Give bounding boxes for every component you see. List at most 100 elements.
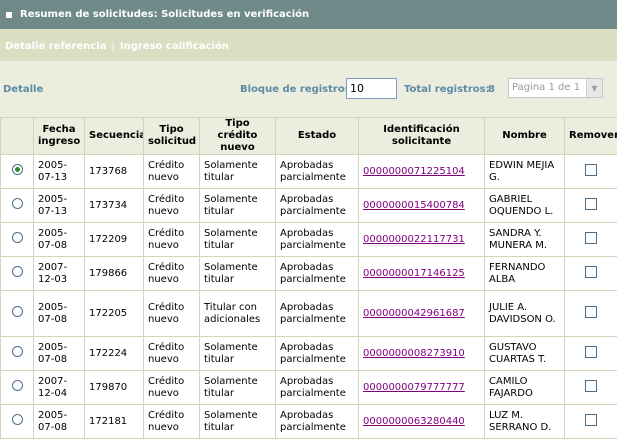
detalle-referencia-link[interactable]: Detalle referencia (5, 41, 107, 52)
bloque-registros-input[interactable] (346, 78, 397, 99)
cell-estado: Aprobadas parcialmente (275, 290, 359, 337)
cell-secuencia: 172181 (84, 404, 144, 439)
cell-identificacion: 0000000042961687 (358, 290, 485, 337)
table-row: 2005-07-08 172224 Crédito nuevo Solament… (0, 336, 617, 371)
identificacion-link[interactable]: 0000000017146125 (363, 268, 465, 279)
title-bar: Resumen de solicitudes: Solicitudes en v… (0, 0, 617, 29)
row-select-radio[interactable] (11, 198, 23, 209)
remove-checkbox[interactable] (585, 413, 597, 426)
cell-identificacion: 0000000071225104 (358, 154, 485, 189)
cell-estado: Aprobadas parcialmente (275, 336, 359, 371)
cell-tipo-solicitud: Crédito nuevo (143, 290, 200, 337)
identificacion-link[interactable]: 0000000063280440 (363, 416, 465, 427)
table-row: 2007-12-04 179870 Crédito nuevo Solament… (0, 370, 617, 405)
row-select-cell (0, 290, 34, 337)
table-row: 2005-07-08 172209 Crédito nuevo Solament… (0, 222, 617, 257)
ingreso-calificacion-link[interactable]: Ingreso calificación (120, 41, 229, 52)
table-row: 2005-07-08 172205 Crédito nuevo Titular … (0, 290, 617, 337)
column-header-tipo-solicitud: Tipo solicitud (143, 117, 200, 155)
cell-remover (564, 256, 617, 291)
cell-tipo-credito: Titular con adicionales (199, 290, 276, 337)
cell-tipo-solicitud: Crédito nuevo (143, 404, 200, 439)
cell-identificacion: 0000000079777777 (358, 370, 485, 405)
cell-fecha: 2005-07-08 (33, 290, 85, 337)
row-select-radio[interactable] (11, 380, 23, 391)
identificacion-link[interactable]: 0000000071225104 (363, 166, 465, 177)
cell-remover (564, 336, 617, 371)
row-select-radio[interactable] (11, 306, 23, 317)
row-select-cell (0, 370, 34, 405)
cell-remover (564, 404, 617, 439)
cell-remover (564, 370, 617, 405)
cell-nombre: GABRIEL OQUENDO L. (484, 188, 565, 223)
cell-estado: Aprobadas parcialmente (275, 222, 359, 257)
table-row: 2007-12-03 179866 Crédito nuevo Solament… (0, 256, 617, 291)
cell-identificacion: 0000000015400784 (358, 188, 485, 223)
cell-identificacion: 0000000008273910 (358, 336, 485, 371)
cell-nombre: JULIE A. DAVIDSON O. (484, 290, 565, 337)
identificacion-link[interactable]: 0000000042961687 (363, 308, 465, 319)
cell-nombre: SANDRA Y. MUNERA M. (484, 222, 565, 257)
cell-estado: Aprobadas parcialmente (275, 188, 359, 223)
cell-tipo-credito: Solamente titular (199, 404, 276, 439)
link-separator: | (111, 41, 115, 52)
cell-secuencia: 179870 (84, 370, 144, 405)
cell-secuencia: 172209 (84, 222, 144, 257)
cell-fecha: 2007-12-03 (33, 256, 85, 291)
cell-fecha: 2007-12-04 (33, 370, 85, 405)
cell-estado: Aprobadas parcialmente (275, 154, 359, 189)
cell-fecha: 2005-07-13 (33, 188, 85, 223)
page-title: Resumen de solicitudes: Solicitudes en v… (20, 9, 310, 20)
cell-secuencia: 173768 (84, 154, 144, 189)
row-select-cell (0, 336, 34, 371)
detalle-label: Detalle (3, 84, 44, 95)
row-select-radio[interactable] (11, 232, 23, 243)
column-header-fecha: Fecha ingreso (33, 117, 85, 155)
cell-remover (564, 188, 617, 223)
remove-checkbox[interactable] (585, 379, 597, 392)
cell-secuencia: 179866 (84, 256, 144, 291)
remove-checkbox[interactable] (585, 231, 597, 244)
cell-identificacion: 0000000017146125 (358, 256, 485, 291)
cell-fecha: 2005-07-08 (33, 336, 85, 371)
row-select-cell (0, 188, 34, 223)
bullet-icon (6, 11, 12, 18)
column-header-select (0, 117, 34, 155)
cell-secuencia: 172205 (84, 290, 144, 337)
table-header-row: Fecha ingreso Secuencia Tipo solicitud T… (0, 117, 617, 155)
cell-fecha: 2005-07-13 (33, 154, 85, 189)
row-select-cell (0, 256, 34, 291)
row-select-cell (0, 222, 34, 257)
remove-checkbox[interactable] (585, 305, 597, 318)
cell-nombre: LUZ M. SERRANO D. (484, 404, 565, 439)
identificacion-link[interactable]: 0000000079777777 (363, 382, 465, 393)
cell-nombre: EDWIN MEJIA G. (484, 154, 565, 189)
cell-tipo-solicitud: Crédito nuevo (143, 256, 200, 291)
cell-nombre: FERNANDO ALBA (484, 256, 565, 291)
row-select-radio[interactable] (11, 164, 23, 175)
cell-secuencia: 173734 (84, 188, 144, 223)
remove-checkbox[interactable] (585, 163, 597, 176)
cell-fecha: 2005-07-08 (33, 222, 85, 257)
cell-tipo-credito: Solamente titular (199, 336, 276, 371)
identificacion-link[interactable]: 0000000015400784 (363, 200, 465, 211)
requests-table: Fecha ingreso Secuencia Tipo solicitud T… (0, 117, 617, 439)
table-row: 2005-07-13 173768 Crédito nuevo Solament… (0, 154, 617, 189)
identificacion-link[interactable]: 0000000022117731 (363, 234, 465, 245)
column-header-tipo-credito: Tipo crédito nuevo (199, 117, 276, 155)
identificacion-link[interactable]: 0000000008273910 (363, 348, 465, 359)
column-header-nombre: Nombre (484, 117, 565, 155)
row-select-radio[interactable] (11, 346, 23, 357)
cell-tipo-solicitud: Crédito nuevo (143, 370, 200, 405)
cell-identificacion: 0000000022117731 (358, 222, 485, 257)
cell-tipo-credito: Solamente titular (199, 222, 276, 257)
remove-checkbox[interactable] (585, 197, 597, 210)
remove-checkbox[interactable] (585, 345, 597, 358)
chevron-down-icon[interactable]: ▼ (586, 79, 602, 97)
column-header-estado: Estado (275, 117, 359, 155)
remove-checkbox[interactable] (585, 265, 597, 278)
page-select[interactable]: Pagina 1 de 1 ▼ (508, 78, 603, 98)
row-select-radio[interactable] (11, 266, 23, 277)
row-select-radio[interactable] (11, 414, 23, 425)
page-select-value: Pagina 1 de 1 (512, 82, 581, 93)
